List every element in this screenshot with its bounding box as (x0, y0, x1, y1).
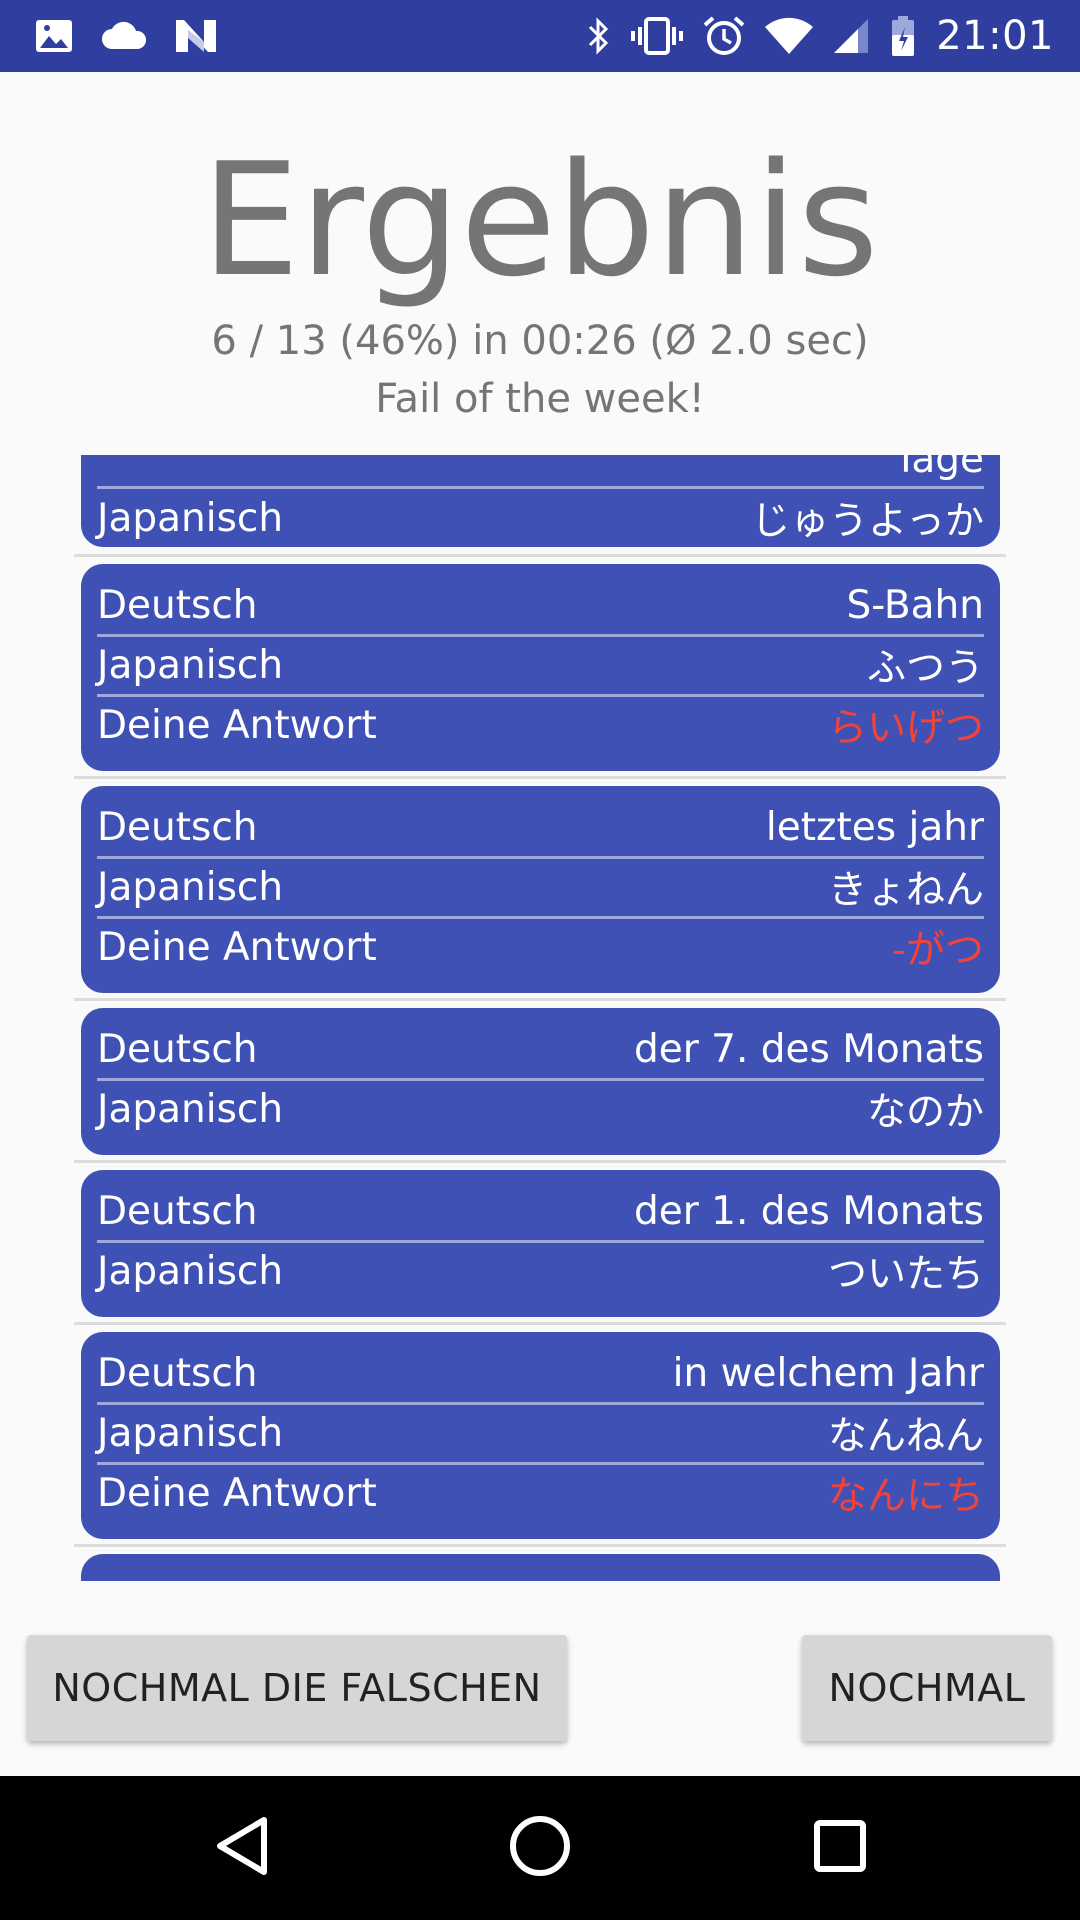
vibrate-icon (630, 16, 684, 56)
row-value: der 7. des Monats (634, 1026, 984, 1072)
status-bar: 21:01 (0, 0, 1080, 72)
row-label: Deine Antwort (97, 1470, 377, 1516)
retry-wrong-button[interactable]: NOCHMAL DIE FALSCHEN (27, 1635, 567, 1741)
row-value: じゅうよっか (751, 499, 984, 544)
recents-icon[interactable] (812, 1814, 868, 1882)
home-icon[interactable] (508, 1814, 572, 1882)
row-label: Deine Antwort (97, 702, 377, 748)
list-divider (74, 1160, 1006, 1163)
list-divider (74, 1544, 1006, 1547)
result-card: Deutsch letztes jahr Japanisch きょねん Dein… (81, 786, 1000, 993)
row-label: Japanisch (97, 495, 284, 541)
row-value: der 1. des Monats (634, 1188, 984, 1234)
alarm-icon (702, 15, 746, 57)
retry-button[interactable]: NOCHMAL (802, 1635, 1052, 1741)
row-value: きょねん (827, 868, 984, 913)
row-value: なのか (866, 1090, 984, 1135)
row-label: Deutsch (97, 582, 258, 628)
list-divider (74, 554, 1006, 557)
results-list[interactable]: Tage Japanisch じゅうよっか Deutsch S-Bahn Jap… (74, 455, 1006, 1581)
row-label: Japanisch (97, 1086, 284, 1132)
partial-deutsch-value: Tage (893, 455, 984, 482)
row-value: in welchem Jahr (672, 1350, 984, 1396)
result-card: Tage Japanisch じゅうよっか (81, 455, 1000, 547)
status-time: 21:01 (936, 13, 1054, 59)
list-divider (74, 998, 1006, 1001)
row-value: ついたち (827, 1252, 984, 1297)
row-label: Deutsch (97, 1026, 258, 1072)
n-logo-icon (174, 18, 218, 54)
result-card (81, 1554, 1000, 1581)
page-title: Ergebnis (201, 129, 879, 311)
row-label: Japanisch (97, 1248, 284, 1294)
signal-icon (832, 17, 872, 55)
back-icon[interactable] (214, 1814, 270, 1882)
row-label: Japanisch (97, 864, 284, 910)
row-label: Deutsch (97, 1188, 258, 1234)
result-card: Deutsch der 7. des Monats Japanisch なのか (81, 1008, 1000, 1155)
row-label: Japanisch (97, 642, 284, 688)
row-value: letztes jahr (765, 804, 984, 850)
navigation-bar (0, 1776, 1080, 1920)
bluetooth-icon (586, 16, 612, 56)
cloud-icon (100, 21, 148, 51)
row-label: Deine Antwort (97, 924, 377, 970)
battery-icon (890, 15, 916, 57)
result-screen: 21:01 Ergebnis 6 / 13 (46%) in 00:26 (Ø … (0, 0, 1080, 1920)
wrong-answer-value: -がつ (891, 928, 984, 973)
wrong-answer-value: らいげつ (827, 706, 984, 751)
result-card: Deutsch der 1. des Monats Japanisch ついたち (81, 1170, 1000, 1317)
wrong-answer-value: なんにち (827, 1474, 984, 1519)
row-label: Deutsch (97, 804, 258, 850)
row-label: Japanisch (97, 1410, 284, 1456)
row-value: ふつう (866, 646, 984, 691)
row-value: S-Bahn (846, 582, 984, 628)
image-icon (34, 18, 74, 54)
row-label: Deutsch (97, 1350, 258, 1396)
verdict-text: Fail of the week! (375, 376, 705, 422)
list-divider (74, 1322, 1006, 1325)
row-value: なんねん (827, 1414, 984, 1459)
score-summary: 6 / 13 (46%) in 00:26 (Ø 2.0 sec) (211, 318, 869, 364)
wifi-icon (764, 17, 814, 55)
result-card: Deutsch in welchem Jahr Japanisch なんねん D… (81, 1332, 1000, 1539)
list-divider (74, 776, 1006, 779)
result-card: Deutsch S-Bahn Japanisch ふつう Deine Antwo… (81, 564, 1000, 771)
